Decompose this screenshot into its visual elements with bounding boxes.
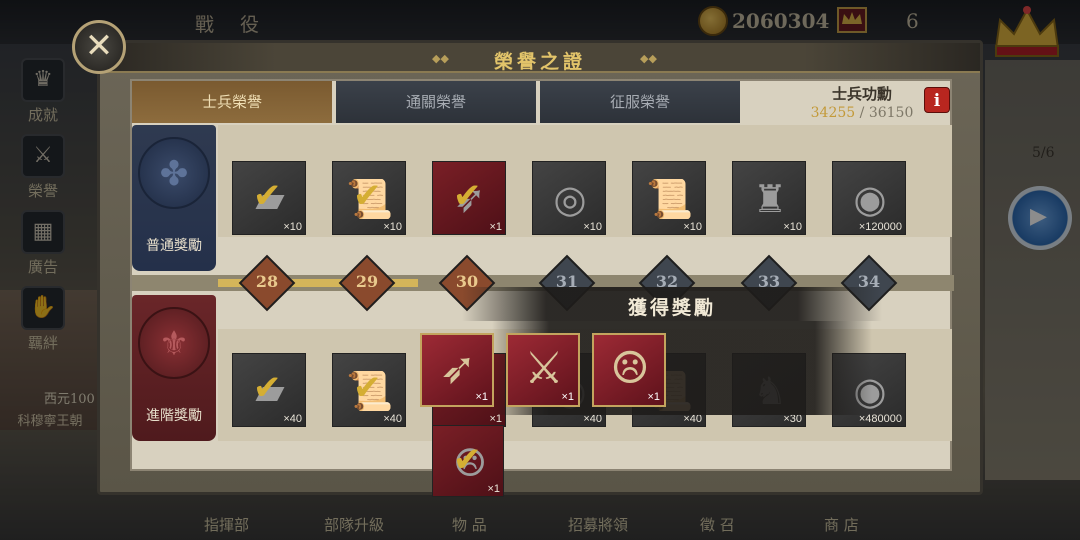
reward-cell[interactable]: ◎ ×10 xyxy=(532,161,606,235)
popup-reward-item[interactable]: ➶ ×1 xyxy=(420,333,494,407)
reward-cell[interactable]: ♜ ×10 xyxy=(732,161,806,235)
ornament-icon: ◆◆ xyxy=(640,52,657,65)
check-icon: ✔ xyxy=(253,368,282,408)
reward-cell[interactable]: 📜 ×10 xyxy=(632,161,706,235)
reward-quantity: ×10 xyxy=(683,221,702,233)
merit-separator: / xyxy=(859,105,865,121)
reward-quantity: ×120000 xyxy=(858,221,902,233)
fleur-de-lis-seal-icon: ⚜ xyxy=(138,307,210,379)
close-icon: ✕ xyxy=(84,26,114,66)
check-icon: ✔ xyxy=(253,176,282,216)
merit-total: 36150 xyxy=(868,105,914,121)
reward-quantity: ×10 xyxy=(783,221,802,233)
reward-quantity: ×10 xyxy=(283,221,302,233)
reward-quantity: ×40 xyxy=(383,413,402,425)
drum-icon: ◎ xyxy=(553,177,587,221)
advanced-reward-banner: ⚜ 進階獎勵 xyxy=(132,295,216,441)
reward-cell[interactable]: ☹ ✔ ×1 xyxy=(432,425,504,497)
reward-cell[interactable]: ▰ ✔ ×40 xyxy=(232,353,306,427)
level-number: 29 xyxy=(355,272,379,291)
tab-soldier-honor[interactable]: 士兵榮譽 xyxy=(132,81,332,123)
scroll-icon: 📜 xyxy=(646,177,694,221)
reward-quantity: ×1 xyxy=(561,391,574,403)
tab-label: 征服榮譽 xyxy=(609,93,670,111)
reward-cell[interactable]: ➶ ✔ ×1 xyxy=(432,161,506,235)
advanced-reward-label: 進階獎勵 xyxy=(146,408,202,424)
reward-cell[interactable]: 📜 ✔ ×40 xyxy=(332,353,406,427)
merit-current: 34255 xyxy=(810,105,856,121)
reward-quantity: ×1 xyxy=(475,391,488,403)
reward-quantity: ×40 xyxy=(283,413,302,425)
popup-reward-item[interactable]: ☹ ×1 xyxy=(592,333,666,407)
reward-quantity: ×1 xyxy=(487,483,500,495)
reward-quantity: ×10 xyxy=(583,221,602,233)
dialog-title: 榮譽之證 xyxy=(493,51,586,73)
reward-quantity: ×1 xyxy=(489,221,502,233)
dialog-content: 士兵榮譽 通關榮譽 征服榮譽 士兵功勳 34255 / 36150 i ✤ 普通… xyxy=(130,79,954,497)
bow-icon: ➶ xyxy=(439,343,477,394)
tab-conquest-honor[interactable]: 征服榮譽 xyxy=(540,81,740,123)
knot-seal-icon: ✤ xyxy=(138,137,210,209)
reward-cell[interactable]: 📜 ✔ ×10 xyxy=(332,161,406,235)
soldier-icon: ♜ xyxy=(752,177,788,221)
check-icon: ✔ xyxy=(453,440,482,480)
honor-dialog: ◆◆ 榮譽之證 ◆◆ 士兵榮譽 通關榮譽 征服榮譽 士兵功勳 34255 / 3… xyxy=(97,40,983,497)
normal-reward-banner: ✤ 普通獎勵 xyxy=(132,125,216,271)
dialog-header: ◆◆ 榮譽之證 ◆◆ xyxy=(100,43,980,73)
reward-cell[interactable]: ▰ ✔ ×10 xyxy=(232,161,306,235)
normal-reward-label: 普通獎勵 xyxy=(146,238,202,254)
tab-label: 通關榮譽 xyxy=(405,93,466,111)
mask-icon: ☹ xyxy=(610,343,650,394)
info-button[interactable]: i xyxy=(924,87,950,113)
popup-reward-item[interactable]: ⚔ ×1 xyxy=(506,333,580,407)
close-button[interactable]: ✕ xyxy=(72,20,126,74)
popup-title: 獲得獎勵 xyxy=(627,297,716,319)
check-icon: ✔ xyxy=(353,176,382,216)
reward-quantity: ×1 xyxy=(647,391,660,403)
check-icon: ✔ xyxy=(353,368,382,408)
level-number: 28 xyxy=(255,272,279,291)
coins-icon: ◉ xyxy=(853,177,887,221)
sword-icon: ⚔ xyxy=(524,343,564,394)
tab-label: 士兵榮譽 xyxy=(201,93,262,111)
reward-cell[interactable]: ◉ ×120000 xyxy=(832,161,906,235)
tab-clear-honor[interactable]: 通關榮譽 xyxy=(336,81,536,123)
check-icon: ✔ xyxy=(453,176,482,216)
reward-quantity: ×10 xyxy=(383,221,402,233)
